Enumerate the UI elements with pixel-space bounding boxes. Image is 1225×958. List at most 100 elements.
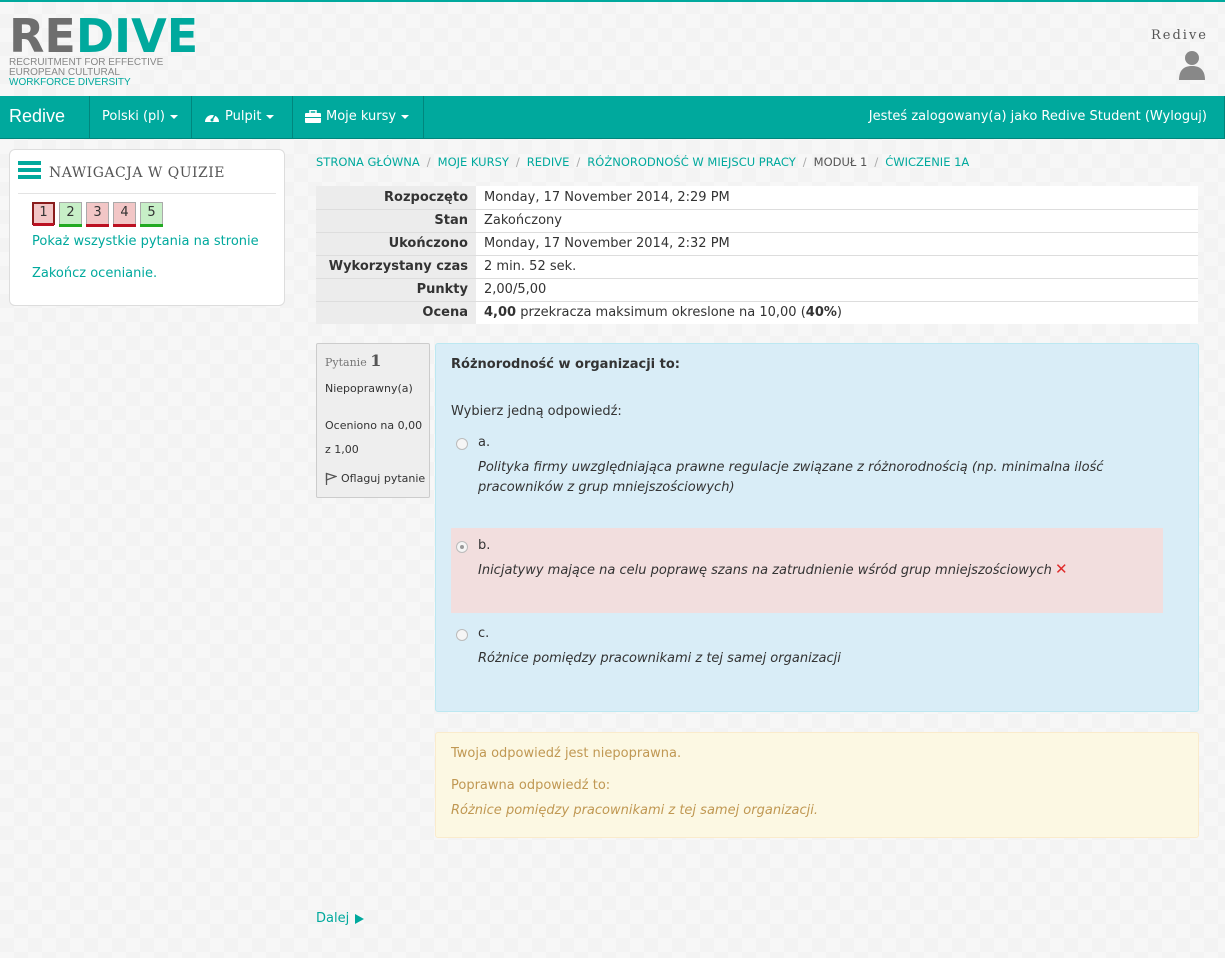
show-all-questions-link[interactable]: Pokaż wszystkie pytania na stronie <box>32 234 259 249</box>
breadcrumb-my-courses[interactable]: MOJE KURSY <box>438 155 509 169</box>
summary-row-started: Rozpoczęto Monday, 17 November 2014, 2:2… <box>316 186 1198 209</box>
summary-value: Zakończony <box>476 208 1198 232</box>
incorrect-icon: ✕ <box>1054 560 1068 578</box>
summary-label: Rozpoczęto <box>316 186 476 209</box>
arrow-right-icon <box>355 913 365 924</box>
question-content: Różnorodność w organizacji to: Wybierz j… <box>435 343 1199 712</box>
answer-option-b: b. Inicjatywy mające na celu poprawę sza… <box>451 528 1163 613</box>
summary-value: 4,00 przekracza maksimum okreslone na 10… <box>476 300 1198 324</box>
summary-label: Ocena <box>316 300 476 324</box>
logo-tagline-3: WORKFORCE DIVERSITY <box>9 77 131 88</box>
answer-text-wrap: Inicjatywy mające na celu poprawę szans … <box>478 559 1158 581</box>
chevron-down-icon <box>401 114 410 119</box>
quiz-navigation-header: NAWIGACJA W QUIZIE <box>18 160 276 194</box>
grade-percent: 40% <box>805 305 837 321</box>
breadcrumb-course[interactable]: REDIVE <box>527 155 570 169</box>
question-grade: Oceniono na 0,00 z 1,00 <box>325 419 423 456</box>
answer-letter: c. <box>478 626 490 641</box>
feedback-correct-answer: Różnice pomiędzy pracownikami z tej same… <box>451 803 818 818</box>
language-menu[interactable]: Polski (pl) <box>89 96 190 138</box>
summary-label: Wykorzystany czas <box>316 254 476 278</box>
menu-icon[interactable] <box>18 161 41 181</box>
language-menu-label: Polski (pl) <box>102 109 165 124</box>
grade-score: 4,00 <box>484 305 517 321</box>
answer-letter: b. <box>478 538 491 553</box>
answer-option-c: c. Różnice pomiędzy pracownikami z tej s… <box>451 623 1163 673</box>
answer-text: Inicjatywy mające na celu poprawę szans … <box>478 563 1052 578</box>
breadcrumb-section[interactable]: RÓŻNORODNOŚĆ W MIEJSCU PRACY <box>587 155 796 169</box>
breadcrumb-home[interactable]: STRONA GŁÓWNA <box>316 155 420 169</box>
summary-row-time: Wykorzystany czas 2 min. 52 sek. <box>316 254 1198 278</box>
answer-letter: a. <box>478 435 491 450</box>
question-buttons: 1 2 3 4 5 <box>32 202 163 227</box>
logo-wordmark-re: RE <box>9 9 76 63</box>
question-button-2[interactable]: 2 <box>59 202 82 227</box>
question-button-4[interactable]: 4 <box>113 202 136 227</box>
summary-value: Monday, 17 November 2014, 2:32 PM <box>476 231 1198 255</box>
page-header: RE DIVE RECRUITMENT FOR EFFECTIVE EUROPEA… <box>0 2 1225 96</box>
login-info: Jesteś zalogowany(a) jako Redive Student… <box>868 96 1225 138</box>
question-button-1[interactable]: 1 <box>32 202 55 226</box>
quiz-navigation-title: NAWIGACJA W QUIZIE <box>49 165 226 181</box>
answer-radio-a[interactable] <box>456 438 468 450</box>
flag-icon <box>325 472 337 485</box>
grade-end: ) <box>836 305 842 321</box>
answer-option-a: a. Polityka firmy uwzględniająca prawne … <box>451 432 1163 495</box>
chevron-down-icon <box>266 114 275 119</box>
question-state: Niepoprawny(a) <box>325 382 413 395</box>
flag-question-button[interactable]: Oflaguj pytanie <box>325 472 425 485</box>
question-button-5[interactable]: 5 <box>140 202 163 227</box>
question-text: Różnorodność w organizacji to: <box>451 357 680 372</box>
flag-question-label: Oflaguj pytanie <box>341 472 426 485</box>
question-info: Pytanie 1 Niepoprawny(a) Oceniono na 0,0… <box>316 343 430 498</box>
summary-label: Stan <box>316 208 476 232</box>
grade-text: przekracza maksimum okreslone na 10,00 ( <box>516 305 806 321</box>
feedback-incorrect: Twoja odpowiedź jest niepoprawna. <box>451 746 682 761</box>
user-name: Redive <box>1151 28 1208 43</box>
dashboard-icon <box>205 114 219 122</box>
my-courses-menu[interactable]: Moje kursy <box>292 96 421 138</box>
attempt-summary-table: Rozpoczęto Monday, 17 November 2014, 2:2… <box>316 186 1198 324</box>
login-prefix: Jesteś zalogowany(a) jako <box>868 109 1042 124</box>
navbar-divider <box>423 96 424 138</box>
next-page-link[interactable]: Dalej <box>316 911 365 926</box>
next-page-label: Dalej <box>316 911 350 926</box>
feedback-correct-label: Poprawna odpowiedź to: <box>451 778 611 793</box>
navbar-brand[interactable]: Redive <box>9 106 65 127</box>
breadcrumb: STRONA GŁÓWNA / MOJE KURSY / REDIVE / RÓŻNOROD… <box>316 155 970 169</box>
logout-link[interactable]: (Wyloguj) <box>1145 109 1207 124</box>
answer-feedback: Twoja odpowiedź jest niepoprawna. Popraw… <box>435 732 1199 838</box>
question-number-value: 1 <box>370 351 382 370</box>
question-button-3[interactable]: 3 <box>86 202 109 227</box>
breadcrumb-module: MODUŁ 1 <box>813 155 868 169</box>
user-menu[interactable]: Redive <box>1128 28 1208 80</box>
redive-logo[interactable]: RE DIVE RECRUITMENT FOR EFFECTIVE EUROPEA… <box>9 9 198 88</box>
logo-wordmark-dive: DIVE <box>75 9 199 63</box>
summary-label: Ukończono <box>316 231 476 255</box>
dashboard-menu-label: Pulpit <box>225 109 262 124</box>
finish-review-link[interactable]: Zakończ ocenianie. <box>32 266 157 281</box>
answer-text: Różnice pomiędzy pracownikami z tej same… <box>478 651 841 666</box>
answer-text: Polityka firmy uwzględniająca prawne reg… <box>478 460 1104 495</box>
answer-prompt: Wybierz jedną odpowiedź: <box>451 404 622 419</box>
summary-value: 2 min. 52 sek. <box>476 254 1198 278</box>
top-navbar: Redive Polski (pl) Pulpit Moje kursy Jes… <box>0 96 1225 139</box>
answer-radio-b[interactable] <box>456 541 468 553</box>
user-avatar-icon <box>1179 51 1205 80</box>
question-number-label: Pytanie <box>325 356 367 369</box>
dashboard-menu[interactable]: Pulpit <box>191 96 286 138</box>
summary-label: Punkty <box>316 277 476 301</box>
logo-wordmark: RE DIVE <box>9 9 198 63</box>
summary-row-marks: Punkty 2,00/5,00 <box>316 277 1198 301</box>
quiz-navigation-block: NAWIGACJA W QUIZIE 1 2 3 4 5 Pokaż wszys… <box>9 149 285 306</box>
my-courses-menu-label: Moje kursy <box>326 109 397 124</box>
summary-row-completed: Ukończono Monday, 17 November 2014, 2:32… <box>316 231 1198 255</box>
answer-radio-c[interactable] <box>456 629 468 641</box>
profile-link[interactable]: Redive Student <box>1041 109 1140 124</box>
summary-row-grade: Ocena 4,00 przekracza maksimum okreslone… <box>316 300 1198 324</box>
question-number: Pytanie 1 <box>325 351 381 370</box>
breadcrumb-exercise[interactable]: ĆWICZENIE 1A <box>885 155 969 169</box>
summary-value: Monday, 17 November 2014, 2:29 PM <box>476 186 1198 209</box>
summary-value: 2,00/5,00 <box>476 277 1198 301</box>
briefcase-icon <box>305 110 321 123</box>
